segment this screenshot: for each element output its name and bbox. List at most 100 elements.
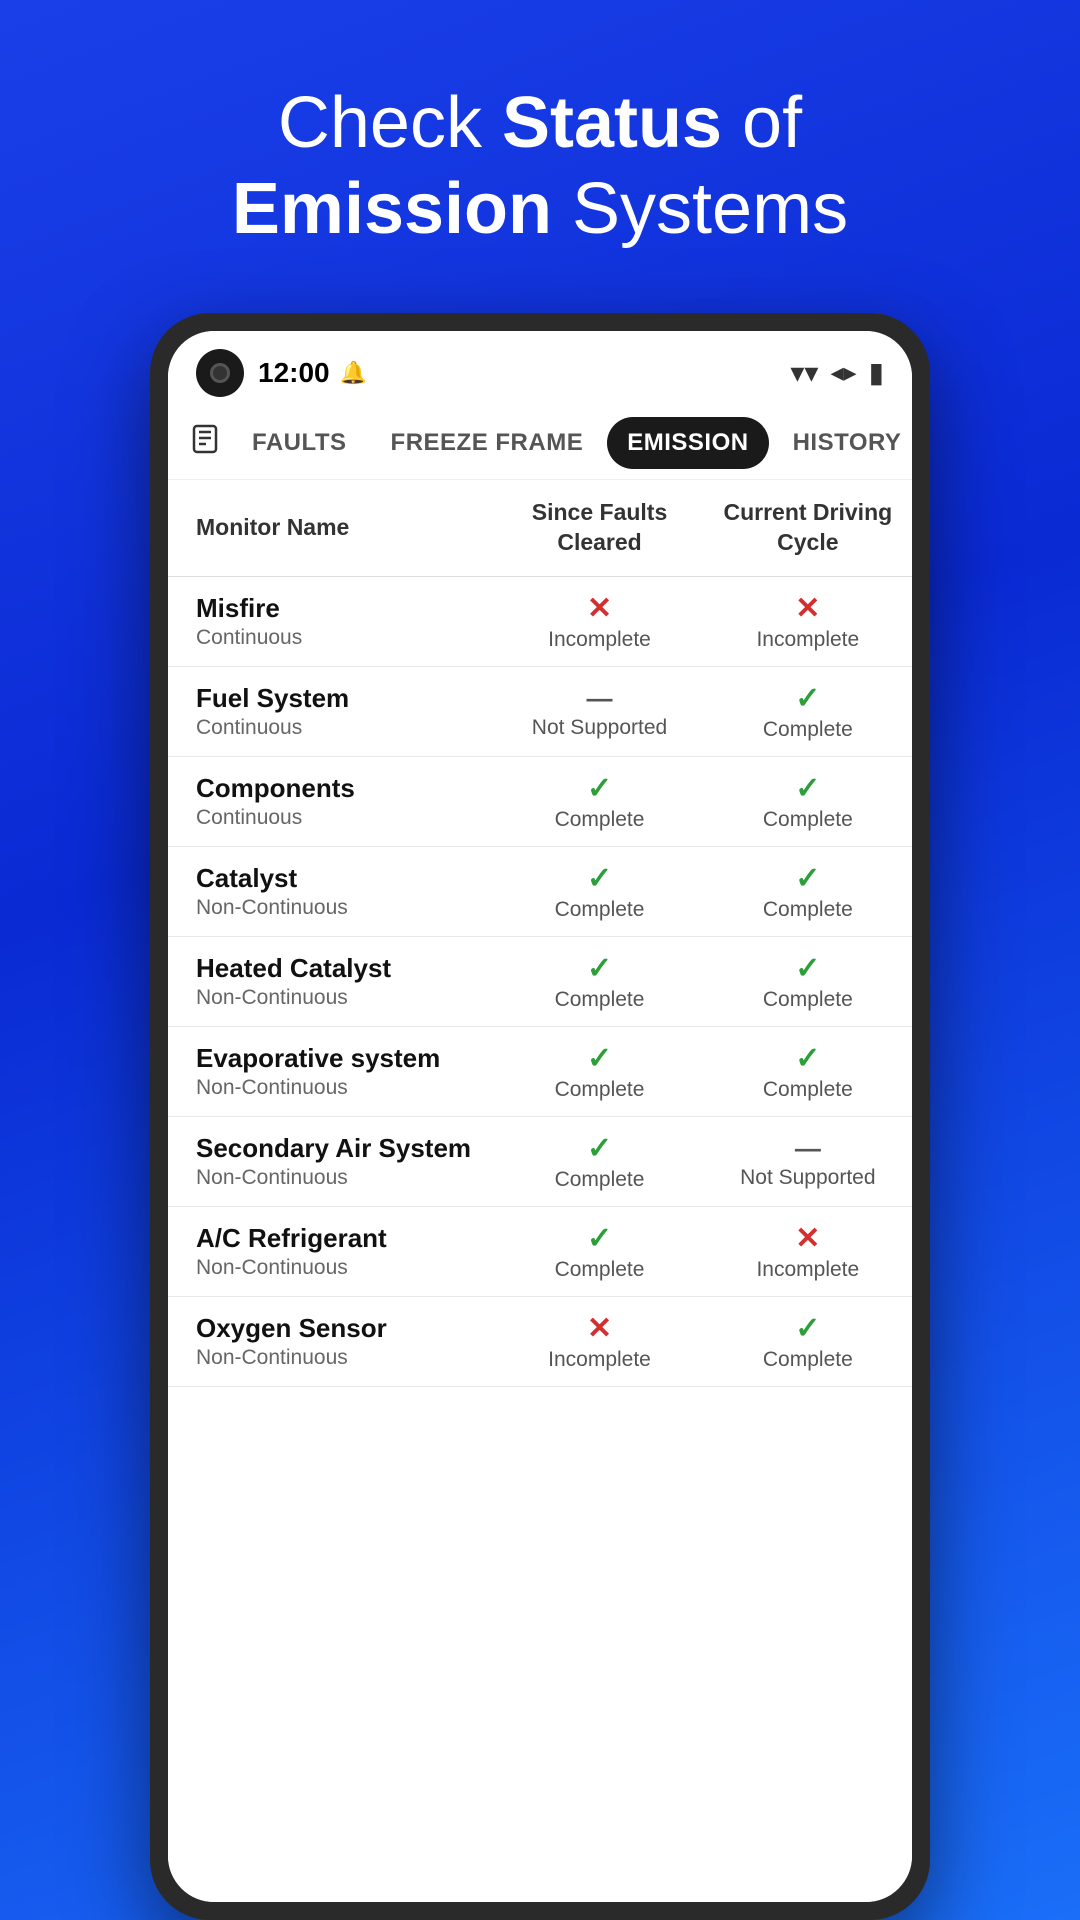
complete-icon: ✓ [587,951,612,986]
monitor-type: Non-Continuous [196,1256,479,1280]
status-label: Complete [555,988,645,1012]
current-cycle-cell: ✓Complete [704,666,912,756]
table-row: Heated CatalystNon-Continuous✓Complete✓C… [168,936,912,1026]
since-faults-cell: —Not Supported [495,666,703,756]
monitor-name: Oxygen Sensor [196,1313,479,1344]
incomplete-icon: ✕ [795,591,820,626]
table-row: Evaporative systemNon-Continuous✓Complet… [168,1026,912,1116]
headline: Check Status ofEmission Systems [172,0,908,313]
current-cycle-cell: ✕Incomplete [704,576,912,666]
monitor-name: Catalyst [196,863,479,894]
current-cycle-cell: ✕Incomplete [704,1206,912,1296]
monitor-type: Continuous [196,626,479,650]
complete-icon: ✓ [795,1311,820,1346]
obd-icon [188,422,222,463]
table-row: MisfireContinuous✕Incomplete✕Incomplete [168,576,912,666]
current-cycle-cell: ✓Complete [704,936,912,1026]
wifi-symbol: ◂▸ [830,357,856,388]
table-row: A/C RefrigerantNon-Continuous✓Complete✕I… [168,1206,912,1296]
status-label: Not Supported [740,1166,875,1190]
tab-freeze-frame[interactable]: Freeze Frame [371,417,604,469]
status-label: Complete [555,808,645,832]
status-label: Complete [763,1348,853,1372]
col-since-faults: Since FaultsCleared [495,480,703,576]
monitor-name: Heated Catalyst [196,953,479,984]
status-label: Incomplete [548,1348,651,1372]
monitor-name: A/C Refrigerant [196,1223,479,1254]
complete-icon: ✓ [795,681,820,716]
since-faults-cell: ✓Complete [495,1206,703,1296]
current-cycle-cell: —Not Supported [704,1116,912,1206]
status-label: Incomplete [756,628,859,652]
tab-emission[interactable]: Emission [607,417,768,469]
table-row: CatalystNon-Continuous✓Complete✓Complete [168,846,912,936]
since-faults-cell: ✓Complete [495,756,703,846]
phone-screen: 12:00 🔔 ▾▾ ◂▸ ▮ Faults Freeze Frame Emis… [168,331,912,1902]
monitor-name: Fuel System [196,683,479,714]
monitor-type: Non-Continuous [196,1076,479,1100]
status-bar: 12:00 🔔 ▾▾ ◂▸ ▮ [168,331,912,407]
complete-icon: ✓ [587,771,612,806]
since-faults-cell: ✕Incomplete [495,576,703,666]
phone-frame: 12:00 🔔 ▾▾ ◂▸ ▮ Faults Freeze Frame Emis… [150,313,930,1920]
status-label: Complete [555,1078,645,1102]
complete-icon: ✓ [587,1041,612,1076]
status-label: Incomplete [756,1258,859,1282]
wifi-icon: ▾▾ [790,356,818,389]
since-faults-cell: ✓Complete [495,1116,703,1206]
emission-table: Monitor Name Since FaultsCleared Current… [168,480,912,1387]
status-label: Complete [763,898,853,922]
incomplete-icon: ✕ [587,591,612,626]
current-cycle-cell: ✓Complete [704,846,912,936]
monitor-type: Non-Continuous [196,1166,479,1190]
status-label: Complete [763,1078,853,1102]
status-label: Complete [763,808,853,832]
headline-text: Check Status ofEmission Systems [232,83,848,249]
monitor-name: Misfire [196,593,479,624]
since-faults-cell: ✓Complete [495,1026,703,1116]
complete-icon: ✓ [795,1041,820,1076]
complete-icon: ✓ [795,951,820,986]
current-cycle-cell: ✓Complete [704,1026,912,1116]
monitor-type: Non-Continuous [196,1346,479,1370]
table-row: Secondary Air SystemNon-Continuous ✓Compl… [168,1116,912,1206]
tab-faults[interactable]: Faults [232,417,367,469]
complete-icon: ✓ [795,861,820,896]
emission-table-container: Monitor Name Since FaultsCleared Current… [168,480,912,1902]
status-label: Complete [763,718,853,742]
signal-icon: 🔔 [340,360,367,386]
status-label: Complete [555,1168,645,1192]
status-label: Complete [555,1258,645,1282]
monitor-type: Non-Continuous [196,896,479,920]
status-label: Complete [555,898,645,922]
complete-icon: ✓ [587,1221,612,1256]
col-monitor-name: Monitor Name [168,480,495,576]
not-supported-icon: — [587,683,613,714]
since-faults-cell: ✓Complete [495,936,703,1026]
not-supported-icon: — [795,1133,821,1164]
monitor-type: Continuous [196,716,479,740]
monitor-type: Non-Continuous [196,986,479,1010]
status-label: Not Supported [532,716,667,740]
table-row: ComponentsContinuous✓Complete✓Complete [168,756,912,846]
table-row: Fuel SystemContinuous—Not Supported✓Comp… [168,666,912,756]
current-cycle-cell: ✓Complete [704,1296,912,1386]
monitor-name: Components [196,773,479,804]
since-faults-cell: ✓Complete [495,846,703,936]
monitor-name: Evaporative system [196,1043,479,1074]
tab-history[interactable]: History [773,417,912,469]
status-time: 12:00 [258,357,330,389]
complete-icon: ✓ [795,771,820,806]
status-label: Incomplete [548,628,651,652]
nav-tabs: Faults Freeze Frame Emission History [168,407,912,480]
current-cycle-cell: ✓Complete [704,756,912,846]
table-row: Oxygen SensorNon-Continuous✕Incomplete✓C… [168,1296,912,1386]
camera-icon [196,349,244,397]
since-faults-cell: ✕Incomplete [495,1296,703,1386]
status-label: Complete [763,988,853,1012]
incomplete-icon: ✕ [795,1221,820,1256]
monitor-name: Secondary Air System [196,1133,479,1164]
col-current-driving: Current DrivingCycle [704,480,912,576]
monitor-type: Continuous [196,806,479,830]
battery-icon: ▮ [869,356,884,389]
